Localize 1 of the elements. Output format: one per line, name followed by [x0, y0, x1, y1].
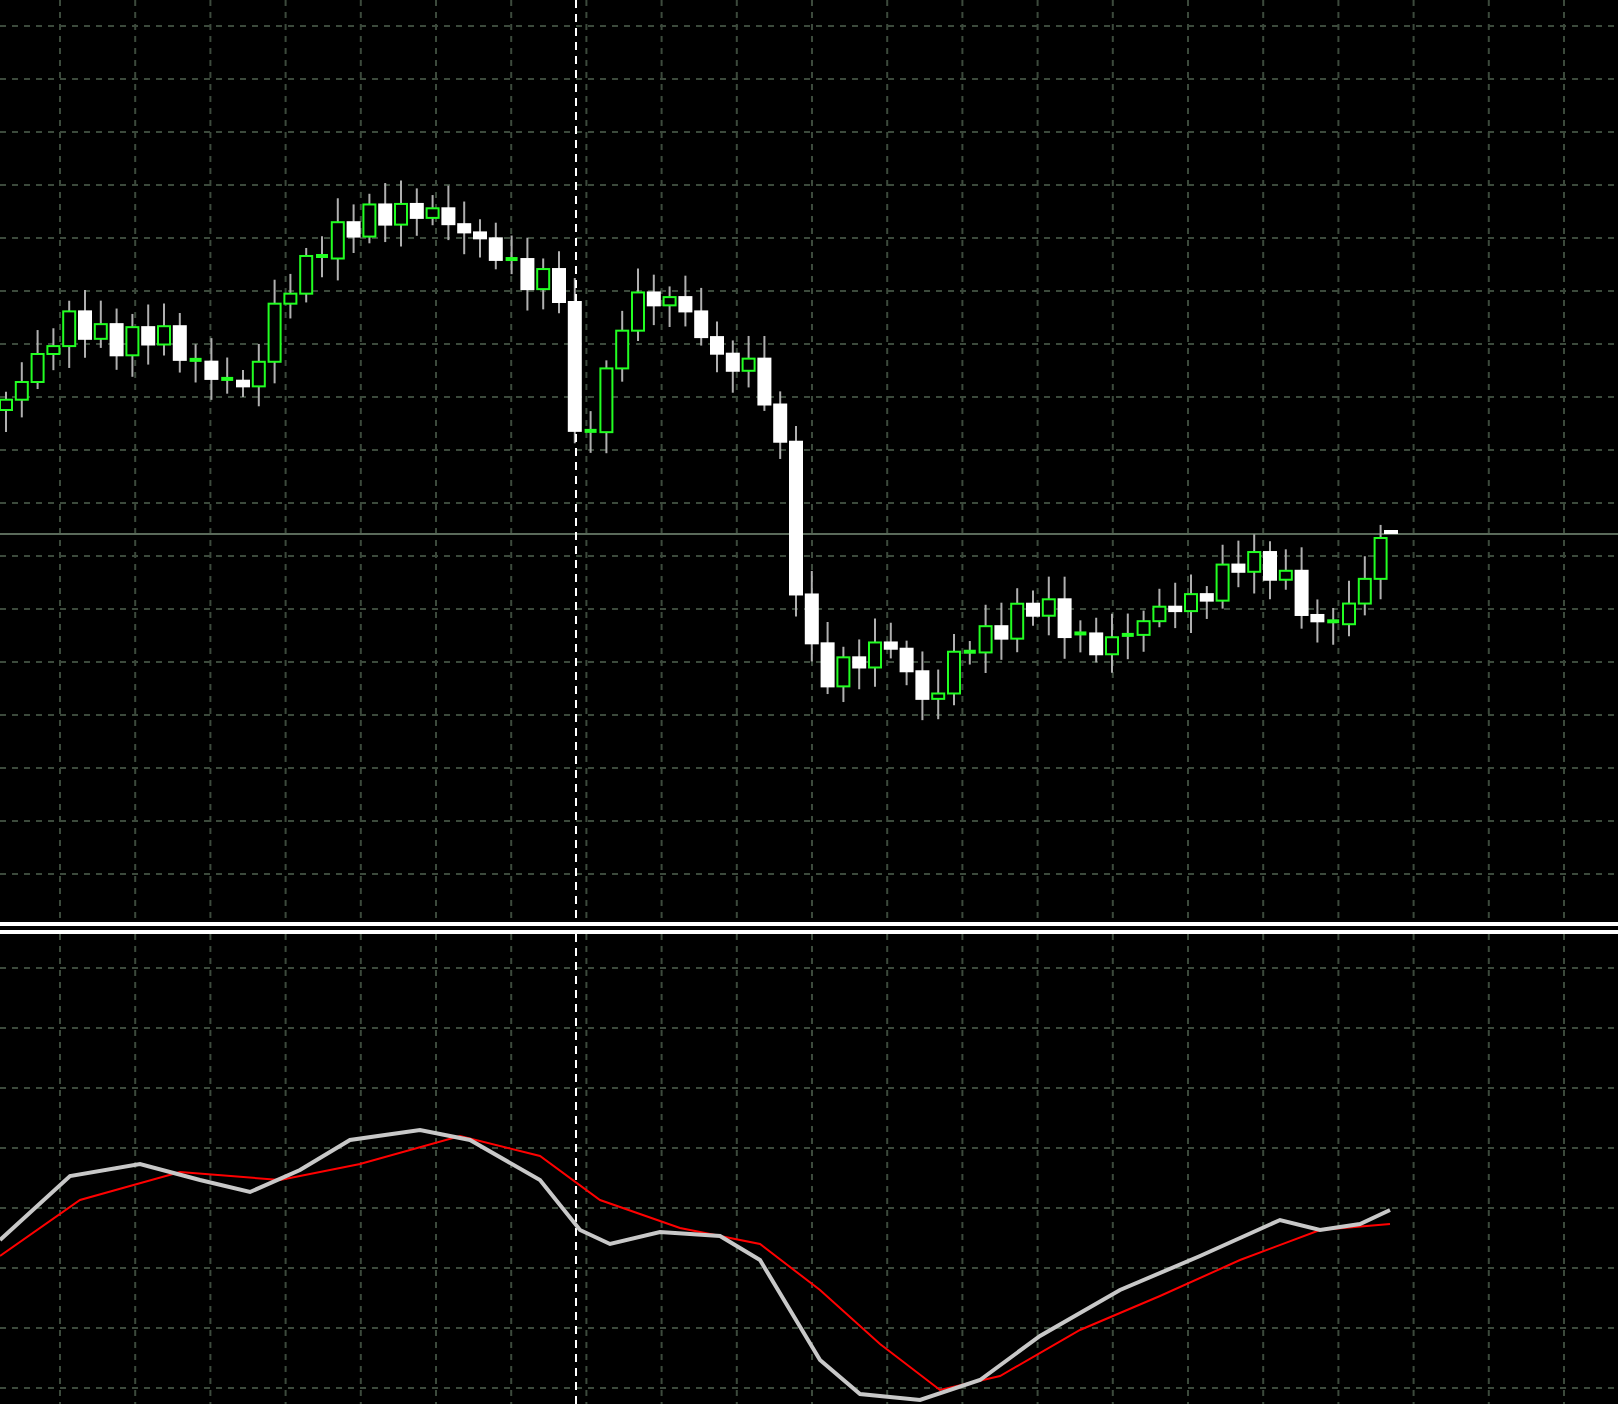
bid-price-marker — [1384, 530, 1398, 534]
